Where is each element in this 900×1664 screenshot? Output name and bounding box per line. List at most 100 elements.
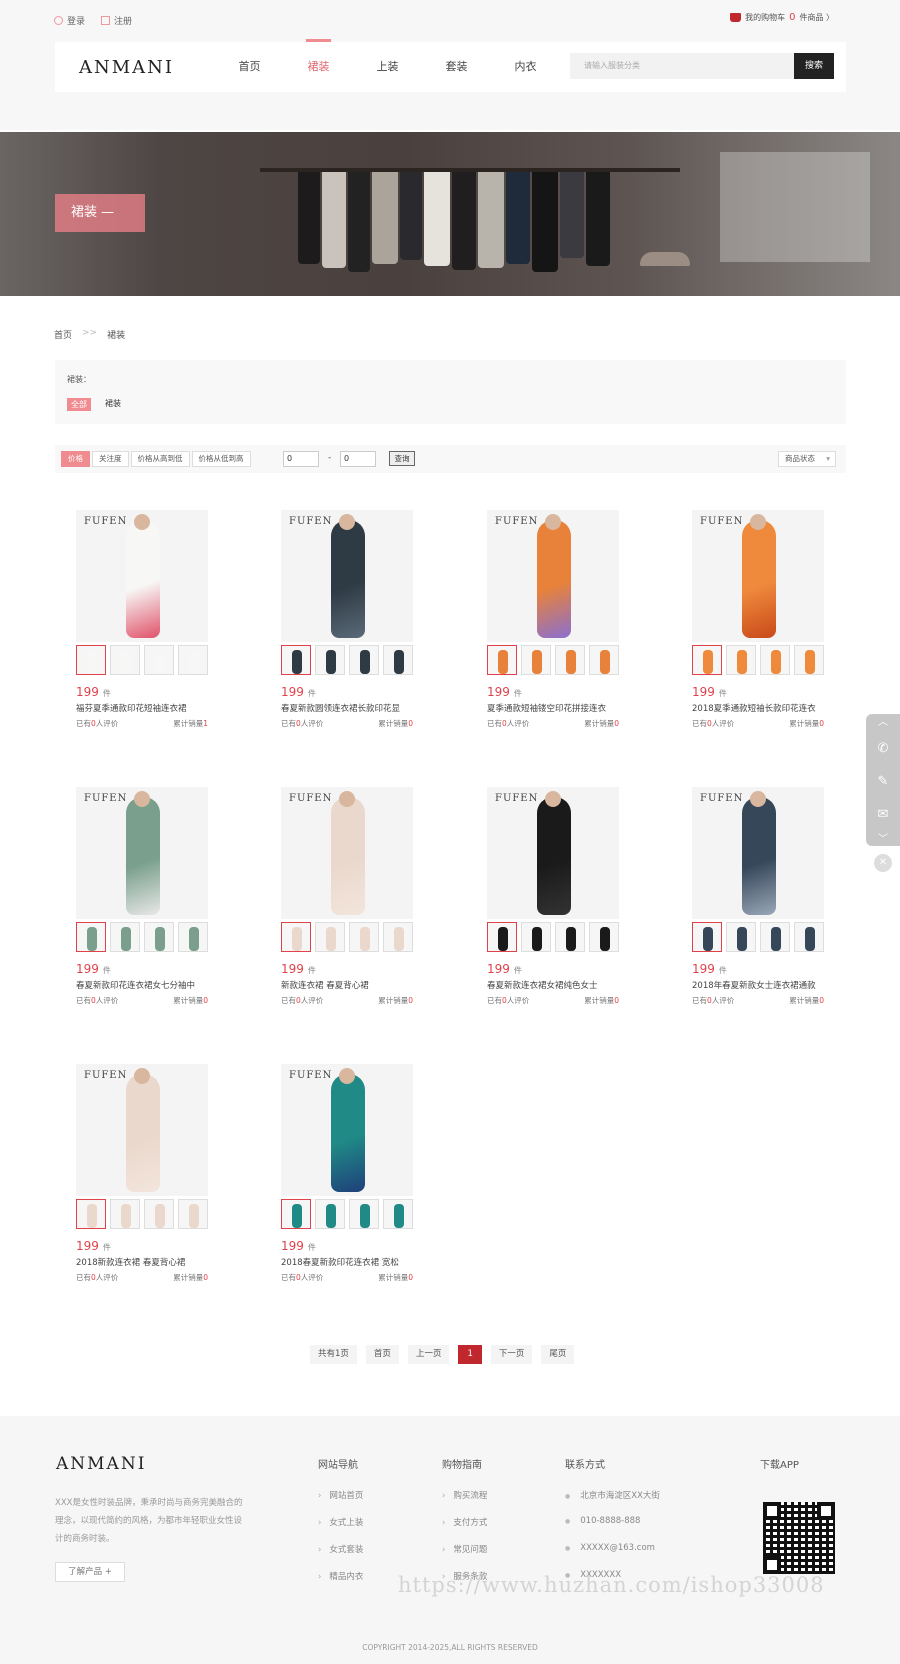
product-card[interactable]: FUFEN 199 件 2018春夏新款印花连衣裙 宽松 已有0人评价 累计销量0: [281, 1064, 413, 1283]
product-thumbnail[interactable]: [76, 645, 106, 675]
filter-option-dresses[interactable]: 裙装: [105, 398, 121, 411]
filter-option-all[interactable]: 全部: [67, 398, 91, 411]
product-card[interactable]: FUFEN 199 件春夏新款圆领连衣裙长款印花显 已有0人评价 累计销量0: [281, 510, 413, 729]
product-thumbnail[interactable]: [760, 645, 790, 675]
search-button[interactable]: 搜索: [794, 53, 834, 79]
product-thumbnail[interactable]: [726, 922, 756, 952]
search-input[interactable]: 请输入服装分类: [570, 53, 794, 79]
product-thumbnail[interactable]: [144, 1199, 174, 1229]
register-link[interactable]: 注册: [101, 14, 132, 27]
query-button[interactable]: 查询: [389, 451, 415, 466]
product-thumbnail[interactable]: [110, 1199, 140, 1229]
product-image[interactable]: FUFEN: [692, 510, 824, 642]
product-name[interactable]: 2018新款连衣裙 春夏背心裙: [76, 1256, 208, 1268]
breadcrumb-home[interactable]: 首页: [54, 328, 72, 341]
product-thumbnail[interactable]: [315, 922, 345, 952]
page-first-button[interactable]: 首页: [365, 1345, 399, 1364]
close-icon[interactable]: ✕: [874, 854, 892, 872]
product-card[interactable]: FUFEN 199 件新款连衣裙 春夏背心裙 已有0人评价 累计销量0: [281, 787, 413, 1006]
product-thumbnail[interactable]: [589, 922, 619, 952]
nav-item-dresses[interactable]: 裙装: [284, 39, 353, 92]
product-thumbnail[interactable]: [315, 645, 345, 675]
nav-item-underwear[interactable]: 内衣: [491, 42, 560, 92]
product-thumbnail[interactable]: [555, 922, 585, 952]
product-name[interactable]: 福芬夏季通款印花短袖连衣裙: [76, 702, 208, 714]
product-thumbnail[interactable]: [794, 922, 824, 952]
product-thumbnail[interactable]: [349, 645, 379, 675]
product-thumbnail[interactable]: [144, 922, 174, 952]
product-image[interactable]: FUFEN: [281, 510, 413, 642]
product-image[interactable]: FUFEN: [76, 1064, 208, 1196]
price-min-input[interactable]: 0: [283, 451, 319, 467]
product-thumbnail[interactable]: [487, 645, 517, 675]
product-thumbnail[interactable]: [281, 1199, 311, 1229]
product-thumbnail[interactable]: [281, 645, 311, 675]
product-image[interactable]: FUFEN: [281, 1064, 413, 1196]
mail-icon[interactable]: ✉: [866, 798, 900, 831]
product-image[interactable]: FUFEN: [487, 510, 619, 642]
product-thumbnail[interactable]: [726, 645, 756, 675]
product-card[interactable]: FUFEN 199 件夏季通款短袖镂空印花拼接连衣 已有0人评价 累计销量0: [487, 510, 619, 729]
product-thumbnail[interactable]: [383, 922, 413, 952]
product-name[interactable]: 2018年春夏新款女士连衣裙通款: [692, 979, 824, 991]
footer-link[interactable]: 支付方式: [442, 1516, 487, 1543]
login-link[interactable]: 登录: [54, 14, 85, 27]
product-thumbnail[interactable]: [178, 645, 208, 675]
product-thumbnail[interactable]: [349, 922, 379, 952]
price-max-input[interactable]: 0: [340, 451, 376, 467]
product-card[interactable]: FUFEN 199 件春夏新款印花连衣裙女七分袖中 已有0人评价 累计销量0: [76, 787, 208, 1006]
product-thumbnail[interactable]: [760, 922, 790, 952]
product-thumbnail[interactable]: [521, 922, 551, 952]
product-thumbnail[interactable]: [110, 922, 140, 952]
footer-link[interactable]: 购买流程: [442, 1489, 487, 1516]
nav-item-tops[interactable]: 上装: [353, 42, 422, 92]
product-name[interactable]: 2018春夏新款印花连衣裙 宽松: [281, 1256, 413, 1268]
product-card[interactable]: FUFEN 199 件 2018年春夏新款女士连衣裙通款 已有0人评价 累计销量0: [692, 787, 824, 1006]
product-thumbnail[interactable]: [144, 645, 174, 675]
product-thumbnail[interactable]: [555, 645, 585, 675]
status-select[interactable]: 商品状态: [778, 451, 836, 467]
product-name[interactable]: 2018夏季通款短袖长款印花连衣: [692, 702, 824, 714]
product-thumbnail[interactable]: [521, 645, 551, 675]
product-thumbnail[interactable]: [383, 1199, 413, 1229]
sort-popularity-button[interactable]: 关注度: [92, 451, 129, 467]
footer-link[interactable]: 网站首页: [318, 1489, 363, 1516]
chevron-down-icon[interactable]: ﹀: [866, 831, 900, 849]
footer-link[interactable]: 女式上装: [318, 1516, 363, 1543]
product-image[interactable]: FUFEN: [692, 787, 824, 919]
product-card[interactable]: FUFEN 199 件春夏新款连衣裙女裙纯色女士 已有0人评价 累计销量0: [487, 787, 619, 1006]
product-name[interactable]: 春夏新款连衣裙女裙纯色女士: [487, 979, 619, 991]
product-card[interactable]: FUFEN 199 件 2018夏季通款短袖长款印花连衣 已有0人评价 累计销量0: [692, 510, 824, 729]
chevron-up-icon[interactable]: ︿: [866, 714, 900, 732]
product-thumbnail[interactable]: [281, 922, 311, 952]
product-thumbnail[interactable]: [692, 922, 722, 952]
nav-item-suits[interactable]: 套装: [422, 42, 491, 92]
page-last-button[interactable]: 尾页: [541, 1345, 575, 1364]
product-thumbnail[interactable]: [178, 1199, 208, 1229]
product-name[interactable]: 春夏新款圆领连衣裙长款印花显: [281, 702, 413, 714]
footer-link[interactable]: 常见问题: [442, 1543, 487, 1570]
product-image[interactable]: FUFEN: [76, 510, 208, 642]
product-thumbnail[interactable]: [76, 1199, 106, 1229]
product-thumbnail[interactable]: [110, 645, 140, 675]
cart-link[interactable]: 我的购物车 0 件商品 〉: [730, 12, 834, 23]
product-thumbnail[interactable]: [349, 1199, 379, 1229]
product-thumbnail[interactable]: [692, 645, 722, 675]
product-thumbnail[interactable]: [589, 645, 619, 675]
product-name[interactable]: 夏季通款短袖镂空印花拼接连衣: [487, 702, 619, 714]
edit-icon[interactable]: ✎: [866, 765, 900, 798]
page-current[interactable]: 1: [458, 1345, 482, 1364]
nav-item-home[interactable]: 首页: [215, 42, 284, 92]
sort-price-desc-button[interactable]: 价格从高到低: [130, 451, 190, 467]
product-image[interactable]: FUFEN: [281, 787, 413, 919]
product-card[interactable]: FUFEN 199 件福芬夏季通款印花短袖连衣裙 已有0人评价 累计销量1: [76, 510, 208, 729]
footer-link[interactable]: 精品内衣: [318, 1570, 363, 1597]
product-name[interactable]: 新款连衣裙 春夏背心裙: [281, 979, 413, 991]
product-name[interactable]: 春夏新款印花连衣裙女七分袖中: [76, 979, 208, 991]
sort-price-asc-button[interactable]: 价格从低到高: [191, 451, 251, 467]
product-image[interactable]: FUFEN: [487, 787, 619, 919]
footer-link[interactable]: 女式套装: [318, 1543, 363, 1570]
product-thumbnail[interactable]: [178, 922, 208, 952]
site-logo[interactable]: ANMANI: [79, 57, 174, 78]
sort-price-button[interactable]: 价格: [61, 451, 90, 467]
